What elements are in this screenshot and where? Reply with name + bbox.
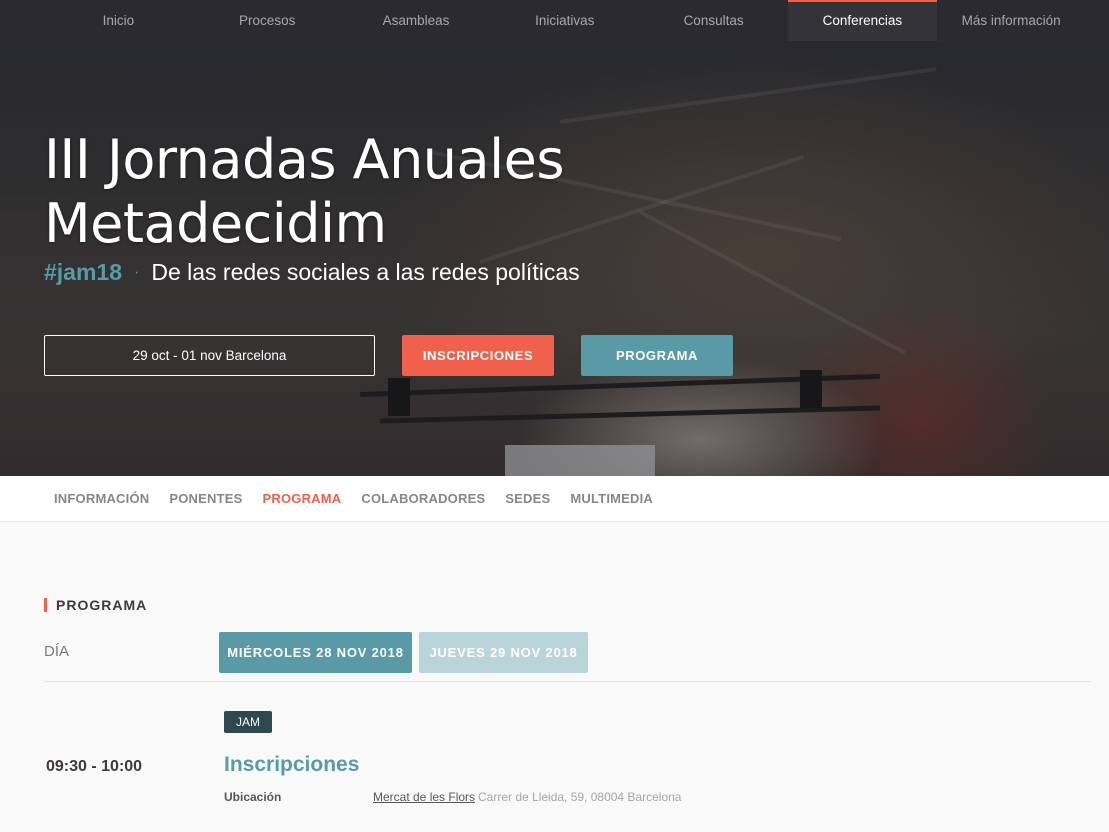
day-tab-wednesday[interactable]: MIÉRCOLES 28 NOV 2018 (219, 632, 412, 673)
separator-dot: · (134, 263, 140, 281)
subnav-sedes[interactable]: SEDES (495, 476, 560, 521)
subnav-ponentes[interactable]: PONENTES (159, 476, 252, 521)
day-tab-thursday[interactable]: JUEVES 29 NOV 2018 (419, 632, 588, 673)
conference-subtitle: #jam18 · De las redes sociales a las red… (44, 259, 580, 286)
subnav-informacion[interactable]: INFORMACIÓN (44, 476, 159, 521)
event-title-link[interactable]: Inscripciones (224, 753, 359, 777)
event-category-tag: JAM (224, 711, 272, 733)
nav-item-mas-informacion[interactable]: Más información (937, 0, 1086, 41)
nav-item-inicio[interactable]: Inicio (44, 0, 193, 41)
main-navigation: Inicio Procesos Asambleas Iniciativas Co… (0, 0, 1109, 41)
divider (44, 681, 1091, 682)
program-button[interactable]: PROGRAMA (581, 335, 733, 376)
title-line-2: Metadecidim (44, 192, 387, 255)
location-name-link[interactable]: Mercat de les Flors (373, 790, 475, 804)
conference-subnav: INFORMACIÓN PONENTES PROGRAMA COLABORADO… (0, 476, 1109, 522)
conference-title: III Jornadas Anuales Metadecidim (44, 128, 744, 256)
nav-item-procesos[interactable]: Procesos (193, 0, 342, 41)
location-label: Ubicación (224, 790, 282, 804)
event-time: 09:30 - 10:00 (46, 758, 143, 775)
nav-item-consultas[interactable]: Consultas (639, 0, 788, 41)
hashtag[interactable]: #jam18 (44, 259, 122, 286)
subnav-multimedia[interactable]: MULTIMEDIA (560, 476, 663, 521)
nav-item-conferencias[interactable]: Conferencias (787, 0, 937, 41)
subtitle-text: De las redes sociales a las redes políti… (151, 259, 580, 285)
hero-banner: III Jornadas Anuales Metadecidim #jam18 … (0, 0, 1109, 476)
section-title: PROGRAMA (44, 598, 147, 612)
day-label: DÍA (44, 643, 70, 660)
register-button[interactable]: INSCRIPCIONES (402, 335, 554, 376)
subnav-colaboradores[interactable]: COLABORADORES (351, 476, 495, 521)
title-line-1: III Jornadas Anuales (44, 128, 564, 191)
nav-item-asambleas[interactable]: Asambleas (342, 0, 491, 41)
date-location-box: 29 oct - 01 nov Barcelona (44, 335, 375, 376)
nav-item-iniciativas[interactable]: Iniciativas (490, 0, 639, 41)
subnav-programa[interactable]: PROGRAMA (252, 476, 351, 521)
location-address: Carrer de Lleida, 59, 08004 Barcelona (478, 790, 682, 804)
